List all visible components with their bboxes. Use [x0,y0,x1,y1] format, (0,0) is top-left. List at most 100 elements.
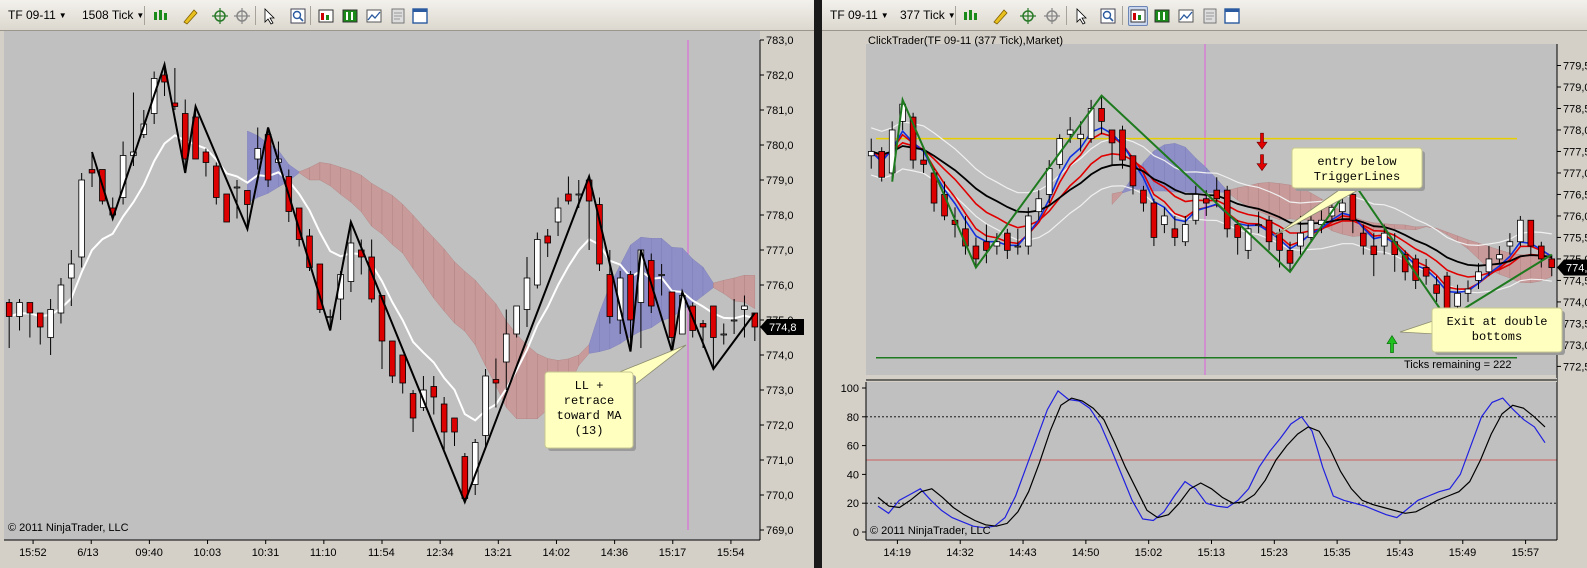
candle-body [440,403,448,433]
callout-text: bottoms [1472,330,1522,344]
ticks-remaining-label: Ticks remaining = 222 [1404,359,1512,371]
time-tick-label: 13:21 [484,547,512,559]
candle-body [1004,232,1011,251]
candle-body [36,312,44,328]
time-tick-label: 15:17 [659,547,687,559]
candle-body [1360,232,1367,247]
price-tick-label: 772,0 [766,420,794,432]
last-price-label: 774,8 [769,322,797,334]
time-tick-label: 6/13 [77,547,98,559]
cloud-segment [371,182,383,235]
candle-body [710,305,717,338]
price-tick-label: 777,0 [1563,168,1587,180]
candle-body [1265,219,1273,243]
candle-body [1422,267,1430,277]
candle-body [78,179,85,258]
candle [482,369,489,446]
right-price-chart[interactable]: 779,5 779,0 778,5 778,0 777,5 777,0 776,5 776,0… [822,0,1587,568]
candle-body [699,323,707,328]
candle-body [1517,219,1524,243]
candle-body [1045,168,1053,195]
candle-body [1119,129,1126,161]
candle [513,305,520,338]
candle-body [5,302,13,317]
candle-body [1202,198,1210,204]
copyright-label: © 2011 NinjaTrader, LLC [870,525,991,537]
callout-text: retrace [564,394,614,408]
cloud-segment [526,344,538,419]
candle-body [1276,232,1283,251]
candle-body [503,333,510,363]
cloud-segment [692,258,704,304]
candle [878,147,885,182]
time-tick-label: 15:13 [1198,547,1226,559]
time-tick-label: 14:32 [946,547,974,559]
candle-body [1035,198,1043,213]
candle-body [1129,155,1137,187]
price-tick-label: 781,0 [766,105,794,117]
candle-body [1108,129,1116,144]
time-tick-label: 15:35 [1323,547,1351,559]
candle-body [1255,224,1262,226]
callout-text: entry below [1317,155,1397,169]
callout-text: toward MA [557,409,623,423]
price-tick-label: 774,0 [1563,297,1587,309]
price-tick-label: 778,0 [1563,125,1587,137]
candle-body [1380,232,1388,247]
candle-body [1485,258,1493,273]
time-tick-label: 14:02 [542,547,570,559]
time-tick-label: 15:57 [1512,547,1540,559]
candle-body [1182,224,1189,243]
candle-body [1506,241,1514,247]
candle-body [1066,129,1074,135]
candle-body [1548,258,1556,268]
price-tick-label: 773,0 [1563,340,1587,352]
time-tick-label: 14:19 [883,547,911,559]
candle-body [451,417,458,433]
candle-body [668,291,676,338]
candle-body [544,235,551,244]
price-tick-label: 769,0 [766,525,794,537]
price-tick-label: 776,5 [1563,189,1587,201]
candle-body [1496,254,1503,260]
candle-body [1454,292,1461,307]
cloud-segment [733,274,745,303]
candle-body [16,302,23,317]
time-tick-label: 15:52 [19,547,47,559]
price-tick-label: 773,0 [766,385,794,397]
candle-body [1475,271,1482,281]
price-tick-label: 782,0 [766,70,794,82]
time-tick-label: 15:43 [1386,547,1414,559]
candle-body [347,242,355,282]
price-tick-label: 778,5 [1563,103,1587,115]
price-tick-label: 779,0 [766,175,794,187]
candle-body [1443,275,1451,311]
candle-body [47,309,54,338]
price-tick-label: 774,5 [1563,275,1587,287]
candle-body [1234,224,1241,238]
candle-body [1213,189,1221,200]
callout-text: (13) [575,424,604,438]
candle-body [389,340,396,377]
candle-body [534,239,541,286]
candle-body [1464,288,1472,294]
candle-body [730,319,738,322]
oscillator-tick-label: 40 [847,469,859,481]
candle-body [1433,284,1440,294]
candle-body [492,379,500,384]
callout-text: LL + [575,379,604,393]
time-tick-label: 09:40 [135,547,163,559]
candle-body [1140,189,1147,204]
candle-body [1098,108,1105,122]
candle-body [26,302,34,314]
price-tick-label: 774,0 [766,350,794,362]
oscillator-tick-label: 100 [841,383,859,395]
candle-body [565,193,572,202]
time-tick-label: 15:54 [717,547,745,559]
candle-body [1538,245,1545,260]
left-price-chart[interactable]: 783,0 782,0 781,0 780,0 779,0 778,0 777,0 776,0… [0,0,814,568]
price-tick-label: 776,0 [766,280,794,292]
candle-body [213,165,220,198]
candle-body [720,333,728,336]
stochastic-plot-bg [866,382,1557,540]
